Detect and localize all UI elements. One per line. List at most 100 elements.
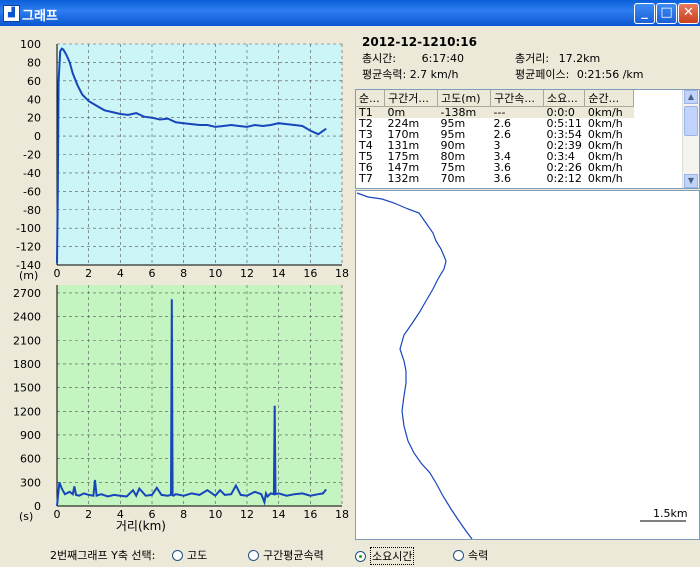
scroll-thumb[interactable] [684,106,698,136]
scroll-down-icon[interactable]: ▼ [684,174,698,188]
table-cell: T7 [359,172,373,185]
time-x-tick-label: 8 [180,508,187,521]
table-header-row: 순... 구간거... 고도(m) 구간속... 소요... 순간... [356,90,635,107]
elevation-y-tick-label: 0 [34,130,41,143]
table-row[interactable]: T7 132m 70m 3.6 0:2:12 0km/h [356,173,634,184]
elevation-y-axis-label: (m) [19,269,38,282]
time-x-tick-label: 12 [240,508,254,521]
radio-speed[interactable]: 속력 [453,547,488,563]
scale-label: 1.5km [653,507,688,520]
table-cell: 70m [440,172,466,185]
total-distance-label: 총거리: [515,52,550,65]
elevation-x-tick-label: 18 [335,267,349,280]
total-time-value: 6:17:40 [421,52,464,65]
avg-pace-value: 0:21:56 /km [576,68,644,81]
time-chart: 27002400210018001500120090060030000 2 4 6 8 1… [13,285,349,533]
elevation-y-tick-label: -40 [23,167,41,180]
elevation-y-tick-label: -100 [16,222,41,235]
table-cell: 3.6 [493,172,512,185]
time-y-tick-label: 2700 [13,287,41,300]
window-title: 그래프 [22,9,58,24]
route-map-canvas: 1.5km [356,192,688,540]
avg-speed-label: 평균속력: [362,68,407,81]
time-y-tick-label: 1500 [13,382,41,395]
session-date: 2012-12-1210:16 [362,35,477,49]
elevation-y-tick-label: 80 [27,56,41,69]
radio-dot-icon [248,549,259,561]
avg-pace: 평균페이스: 0:21:56 /km [515,66,644,82]
radio-elapsed-time[interactable]: 소요시간 [355,547,415,565]
elevation-x-tick-label: 2 [85,267,92,280]
chart-icon: ▟ [3,5,20,22]
elevation-x-tick-label: 16 [303,267,317,280]
elevation-y-tick-label: 40 [27,93,41,106]
elevation-x-tick-label: 6 [149,267,156,280]
table-scrollbar[interactable]: ▲ ▼ [682,90,699,188]
elevation-x-tick-label: 14 [272,267,286,280]
elevation-y-tick-label: 20 [27,112,41,125]
table-cell: 132m [387,172,420,185]
time-y-tick-label: 600 [20,453,41,466]
scroll-up-icon[interactable]: ▲ [684,90,698,104]
column-header[interactable]: 구간속... [490,90,544,107]
column-header[interactable]: 구간거... [384,90,438,107]
avg-speed-value: 2.7 km/h [409,68,459,81]
column-header[interactable]: 순간... [584,90,635,107]
time-y-tick-label: 300 [20,476,41,489]
elevation-x-tick-label: 0 [54,267,61,280]
time-x-tick-label: 18 [335,508,349,521]
elevation-y-tick-label: -20 [23,149,41,162]
radio-section-avg-speed[interactable]: 구간평균속력 [248,547,324,563]
summary-panel: 2012-12-1210:16 총시간: 6:17:40 총거리: 17.2km… [355,30,700,88]
total-distance-value: 17.2km [558,52,601,65]
total-distance: 총거리: 17.2km [515,50,600,66]
elevation-y-tick-label: -80 [23,204,41,217]
time-y-tick-label: 1800 [13,358,41,371]
elevation-x-tick-label: 8 [180,267,187,280]
chart-panel: 100806040200-20-40-60-80-100-120-1400 2 4 6… [13,38,349,533]
time-x-tick-label: 16 [303,508,317,521]
title-bar: ▟ 그래프 _ □ ✕ [0,0,700,26]
radio-dot-icon [453,549,464,561]
time-x-tick-label: 10 [208,508,222,521]
radio-label: 소요시간 [370,547,415,565]
radio-label: 속력 [468,549,489,562]
total-time-label: 총시간: [362,52,397,65]
total-time: 총시간: 6:17:40 [362,50,464,66]
selector-prompt: 2번째그래프 Y축 선택: [50,549,156,562]
radio-altitude[interactable]: 고도 [172,547,207,563]
elevation-x-tick-label: 10 [208,267,222,280]
time-y-tick-label: 0 [34,500,41,513]
maximize-button[interactable]: □ [656,3,677,24]
close-button[interactable]: ✕ [678,3,699,24]
elevation-x-tick-label: 12 [240,267,254,280]
lap-table[interactable]: 순... 구간거... 고도(m) 구간속... 소요... 순간... T1 0… [355,89,700,189]
avg-pace-label: 평균페이스: [515,68,570,81]
elevation-chart: 100806040200-20-40-60-80-100-120-1400 2 4 6… [16,38,349,282]
radio-dot-icon [355,550,366,562]
time-y-axis-label: (s) [19,510,33,523]
time-y-tick-label: 900 [20,429,41,442]
radio-label: 구간평균속력 [263,549,324,562]
time-x-tick-label: 2 [85,508,92,521]
time-x-tick-label: 14 [272,508,286,521]
radio-dot-icon [172,549,183,561]
time-plot-area [57,285,342,506]
avg-speed: 평균속력: 2.7 km/h [362,66,458,82]
column-header[interactable]: 순... [356,90,385,107]
time-y-tick-label: 2400 [13,311,41,324]
elevation-y-tick-label: 100 [20,38,41,51]
route-path [356,192,473,540]
column-header[interactable]: 소요... [543,90,586,107]
table-cell: 0km/h [587,172,623,185]
elevation-y-tick-label: -60 [23,185,41,198]
time-y-tick-label: 1200 [13,405,41,418]
elevation-y-tick-label: -120 [16,241,41,254]
time-x-axis-label: 거리(km) [116,519,166,533]
time-x-tick-label: 0 [54,508,61,521]
route-map[interactable]: 1.5km [355,190,700,540]
minimize-button[interactable]: _ [634,3,655,24]
time-y-tick-label: 2100 [13,334,41,347]
table-cell: 0:2:12 [546,172,582,185]
column-header[interactable]: 고도(m) [437,90,491,107]
